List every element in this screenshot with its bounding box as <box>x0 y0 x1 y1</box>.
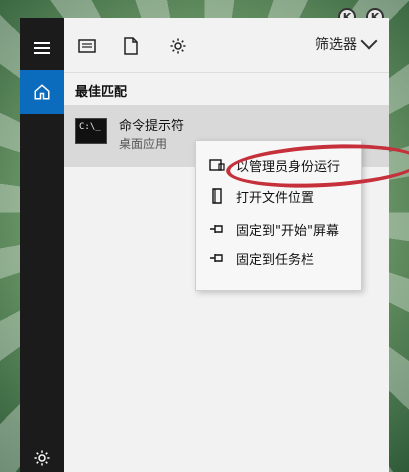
result-title: 命令提示符 <box>119 119 185 134</box>
section-title: 最佳匹配 <box>75 85 128 100</box>
document-list-icon <box>78 39 96 53</box>
settings-button[interactable] <box>167 35 189 57</box>
cmd-prompt: C:\_ <box>79 122 101 132</box>
admin-run-icon <box>208 156 226 174</box>
pin-icon <box>208 220 226 238</box>
document-icon <box>124 37 138 55</box>
document-button[interactable] <box>120 35 142 57</box>
left-rail <box>20 18 64 472</box>
search-results-area: 筛选器 最佳匹配 C:\_ 命令提示符 桌面应用 以管理员身份运行 打开文件位置… <box>64 18 409 472</box>
file-location-icon <box>208 187 226 205</box>
search-topbar: 筛选器 <box>64 18 389 72</box>
settings-bottom-button[interactable] <box>30 446 54 470</box>
chevron-down-icon <box>360 32 378 50</box>
hamburger-button[interactable] <box>20 26 64 70</box>
home-button[interactable] <box>20 70 64 114</box>
home-icon <box>34 84 50 100</box>
gear-icon <box>34 450 50 466</box>
filter-label: 筛选器 <box>315 37 357 53</box>
gear-icon <box>170 38 186 54</box>
menu-item-label: 打开文件位置 <box>236 190 315 206</box>
menu-item-pin-to-start[interactable]: 固定到"开始"屏幕 <box>196 214 361 244</box>
menu-item-label: 固定到"开始"屏幕 <box>236 223 339 239</box>
divider <box>64 72 389 73</box>
menu-item-label: 固定到任务栏 <box>236 252 315 268</box>
start-search-panel: 筛选器 最佳匹配 C:\_ 命令提示符 桌面应用 以管理员身份运行 打开文件位置… <box>20 18 409 472</box>
cmd-icon: C:\_ <box>75 118 107 144</box>
pin-icon <box>208 249 226 267</box>
hamburger-icon <box>34 39 50 57</box>
document-list-button[interactable] <box>76 35 98 57</box>
result-subtitle: 桌面应用 <box>119 137 168 151</box>
menu-item-pin-to-taskbar[interactable]: 固定到任务栏 <box>196 243 361 273</box>
filter-dropdown[interactable]: 筛选器 <box>315 32 378 54</box>
